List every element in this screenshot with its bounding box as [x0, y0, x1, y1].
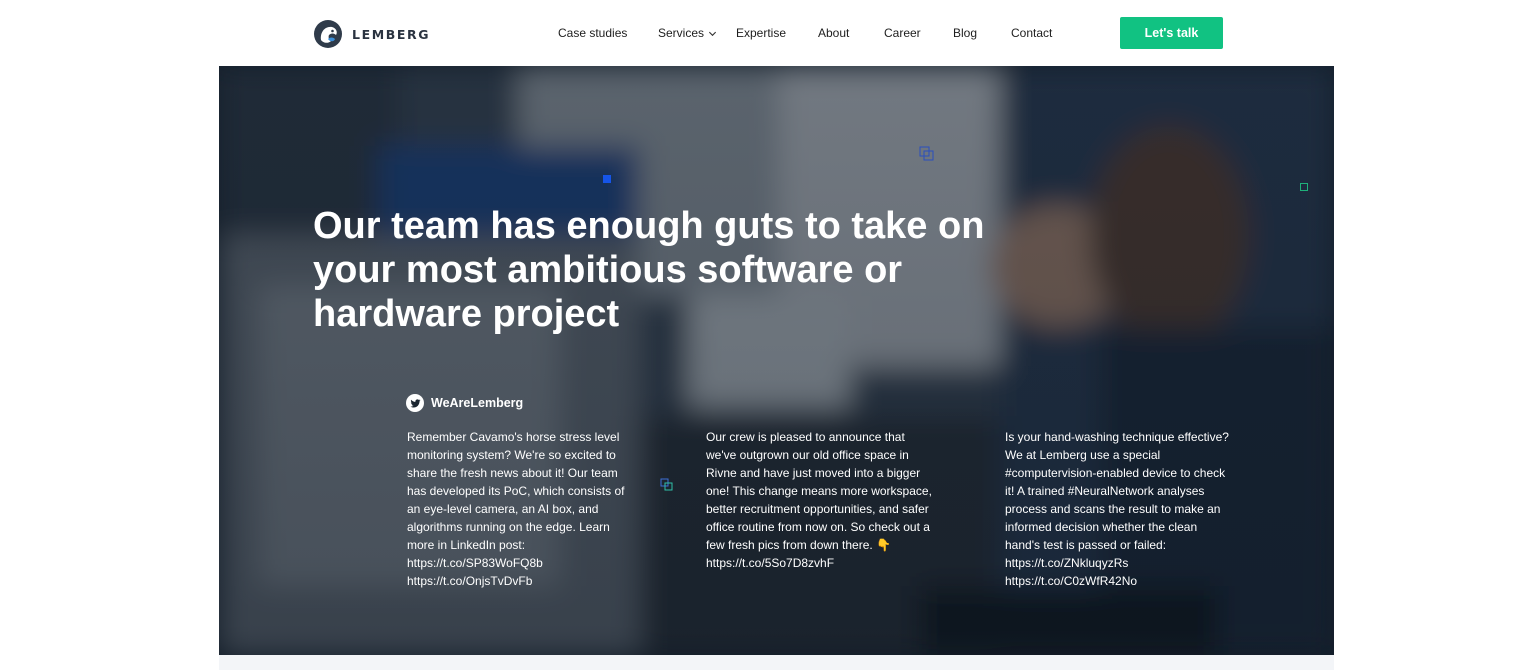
- hero-title: Our team has enough guts to take on your…: [313, 205, 985, 335]
- site-header: LEMBERG Case studies Services Expertise …: [0, 0, 1536, 66]
- lion-logo-icon: [314, 20, 342, 48]
- tweet-3: Is your hand-washing technique effective…: [1005, 428, 1235, 590]
- decor-overlap-squares-small: [660, 478, 673, 491]
- twitter-header[interactable]: WeAreLemberg: [406, 394, 523, 412]
- tweet-1-link-2[interactable]: https://t.co/OnjsTvDvFb: [407, 572, 637, 590]
- nav-expertise[interactable]: Expertise: [736, 24, 786, 42]
- chevron-down-icon: [708, 32, 717, 37]
- tweet-2-text: Our crew is pleased to announce that we'…: [706, 430, 932, 552]
- tweet-1: Remember Cavamo's horse stress level mon…: [407, 428, 637, 590]
- tweet-2-link-1[interactable]: https://t.co/5So7D8zvhF: [706, 554, 936, 572]
- lets-talk-button[interactable]: Let's talk: [1120, 17, 1223, 49]
- nav-services-label: Services: [658, 26, 705, 40]
- logo[interactable]: LEMBERG: [313, 18, 430, 50]
- decor-square-green: [1300, 183, 1308, 191]
- twitter-handle: WeAreLemberg: [431, 396, 524, 410]
- twitter-icon: [406, 394, 424, 412]
- decor-square-blue: [603, 175, 611, 183]
- tweet-3-link-1[interactable]: https://t.co/ZNkluqyzRs: [1005, 554, 1235, 572]
- tweet-2: Our crew is pleased to announce that we'…: [706, 428, 936, 572]
- tweet-1-text: Remember Cavamo's horse stress level mon…: [407, 430, 625, 552]
- tweet-3-link-2[interactable]: https://t.co/C0zWfR42No: [1005, 572, 1235, 590]
- nav-contact[interactable]: Contact: [1011, 24, 1052, 42]
- nav-services[interactable]: Services: [658, 24, 717, 42]
- nav-about[interactable]: About: [818, 24, 849, 42]
- tweet-1-link-1[interactable]: https://t.co/SP83WoFQ8b: [407, 554, 637, 572]
- tweet-3-text: Is your hand-washing technique effective…: [1005, 430, 1229, 552]
- next-section-strip: [219, 655, 1334, 670]
- nav-career[interactable]: Career: [884, 24, 921, 42]
- decor-overlap-squares: [919, 146, 934, 161]
- nav-case-studies[interactable]: Case studies: [558, 24, 627, 42]
- logo-text: LEMBERG: [352, 26, 431, 42]
- nav-blog[interactable]: Blog: [953, 24, 977, 42]
- hero-section: Our team has enough guts to take on your…: [219, 66, 1334, 655]
